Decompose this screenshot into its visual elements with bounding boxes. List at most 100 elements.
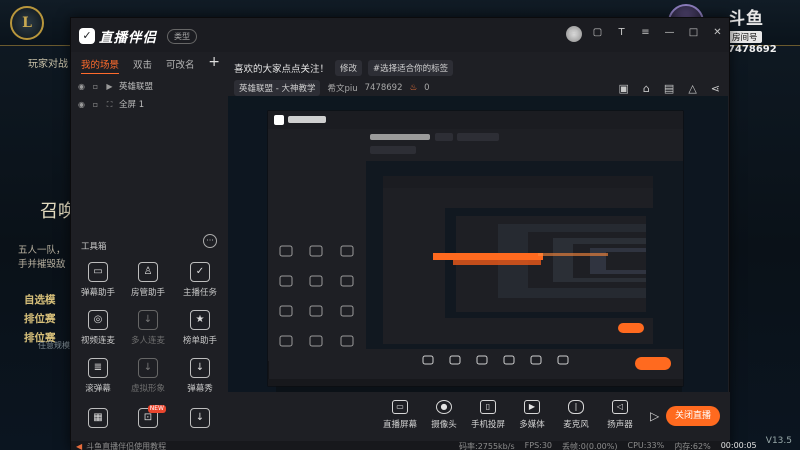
speaker-button[interactable]: ◁ 扬声器 <box>598 400 642 430</box>
minimize-icon[interactable]: — <box>664 27 675 38</box>
task-icon: ✓ <box>190 262 210 282</box>
scene-item[interactable]: ◉ ▫ ⛶ 全屏 1 <box>77 98 145 111</box>
streaming-app-window: ✓ 直播伴侣 类型 ▭ ▢ T ≡ — □ ✕ 我的场景 双击 可改名 + ◉ … <box>70 17 757 450</box>
add-scene-button[interactable]: + <box>208 54 220 70</box>
room-title-row: 喜欢的大家点点关注！ 修改 #选择适合你的标签 <box>234 60 454 76</box>
tool-scroll-danmaku[interactable]: ≣ 滚弹幕 <box>73 358 123 394</box>
mode-subtext: 任意规模 <box>38 341 70 350</box>
live-timer: 00:00:05 <box>720 441 757 450</box>
record-video-icon[interactable]: ▷ <box>650 409 659 423</box>
fullscreen-source-icon: ⛶ <box>106 99 113 109</box>
stream-controls: ▭ 直播屏幕 ● 摄像头 ▯ 手机投屏 ▶ 多媒体 | 麦克风 ◁ 扬声器 ▷ … <box>228 392 730 440</box>
tool-danmaku-assistant[interactable]: ▭ 弹幕助手 <box>73 262 123 298</box>
eye-icon[interactable]: ◉ <box>77 100 86 109</box>
tool-room-admin[interactable]: ♙ 房管助手 <box>123 262 173 298</box>
game-tab-pvp[interactable]: 玩家对战 <box>28 55 68 70</box>
tool-grid[interactable]: ▦ <box>73 408 123 432</box>
microphone-button[interactable]: | 麦克风 <box>554 400 598 430</box>
tutorial-link[interactable]: ◀ 斗鱼直播伴侣使用教程 <box>76 441 166 450</box>
room-title: 喜欢的大家点点关注！ <box>234 64 330 75</box>
lock-icon[interactable]: ▫ <box>91 82 100 91</box>
screen-icon: ▭ <box>392 400 408 414</box>
scene-tabs: 我的场景 双击 可改名 <box>81 57 195 74</box>
skin-icon[interactable]: ▢ <box>592 27 603 38</box>
share-icon[interactable]: ⋖ <box>711 82 720 95</box>
message-icon[interactable]: ▭ <box>568 27 579 38</box>
mode-description: 五人一队， 手并摧毁敌 <box>18 244 70 272</box>
menu-icon[interactable]: ≡ <box>640 27 651 38</box>
new-badge: NEW <box>147 405 166 413</box>
camera-icon: ● <box>436 400 452 414</box>
theme-icon[interactable]: T <box>616 27 627 38</box>
toolbox-more-button[interactable]: ··· <box>203 234 217 248</box>
stream-stats: 码率:2755kb/s FPS:30 丢帧:0(0.00%) CPU:33% 内… <box>459 441 757 450</box>
show-icon: ↓ <box>190 358 210 378</box>
tab-double-click[interactable]: 双击 <box>133 57 152 74</box>
tool-rank[interactable]: ★ 榜单助手 <box>175 310 225 346</box>
multi-link-icon: ↓ <box>138 310 158 330</box>
game-source-icon: ▶ <box>106 81 113 91</box>
lol-logo-icon[interactable]: L <box>10 6 44 40</box>
toolbox-title: 工具箱 <box>81 242 107 252</box>
mode-blind-pick[interactable]: 自选模 <box>24 292 70 307</box>
fire-icon: ♨ <box>409 83 418 93</box>
memory-usage: 内存:62% <box>674 442 711 450</box>
admin-icon: ♙ <box>138 262 158 282</box>
room-number-value: 7478692 <box>728 44 777 55</box>
scene-item[interactable]: ◉ ▫ ▶ 英雄联盟 <box>77 80 153 93</box>
tool-download[interactable]: ↓ <box>175 408 225 432</box>
tab-rename[interactable]: 可改名 <box>166 57 195 74</box>
lock-icon[interactable]: ▫ <box>91 100 100 109</box>
tool-danmaku-show[interactable]: ↓ 弹幕秀 <box>175 358 225 394</box>
mode-ranked-solo[interactable]: 排位赛 <box>24 311 70 326</box>
fps: FPS:30 <box>524 441 553 450</box>
category-button[interactable]: 英雄联盟 - 大神教学 <box>234 80 321 96</box>
tool-multi-link[interactable]: ↓ 多人连麦 <box>123 310 173 346</box>
douyu-logo: 斗鱼 <box>728 9 764 29</box>
speaker-alert-icon: ◀ <box>76 442 83 450</box>
phone-cast-button[interactable]: ▯ 手机投屏 <box>466 400 510 430</box>
maximize-icon[interactable]: □ <box>688 27 699 38</box>
close-icon[interactable]: ✕ <box>712 27 723 38</box>
hot-count: 0 <box>424 83 430 93</box>
tool-streamer-task[interactable]: ✓ 主播任务 <box>175 262 225 298</box>
app-brand: ✓ 直播伴侣 类型 <box>79 26 197 46</box>
bell-icon[interactable]: △ <box>688 82 696 95</box>
edit-title-button[interactable]: 修改 <box>335 60 363 76</box>
media-icon: ▶ <box>524 400 540 414</box>
tab-my-scenes[interactable]: 我的场景 <box>81 57 120 74</box>
brand-name: 直播伴侣 <box>99 30 157 46</box>
tool-gift[interactable]: ⊡ NEW <box>123 405 173 432</box>
stream-preview[interactable] <box>228 96 728 392</box>
desc-line: 手并摧毁敌 <box>18 259 66 270</box>
gift-settings-icon[interactable]: ▤ <box>664 82 674 95</box>
avatar-icon: ↓ <box>138 358 158 378</box>
room-number-label: 房间号 <box>728 31 762 43</box>
tool-virtual-avatar[interactable]: ↓ 虚拟形象 <box>123 358 173 394</box>
preview-recursive-capture <box>228 96 728 392</box>
scroll-icon: ≣ <box>88 358 108 378</box>
tool-video-link[interactable]: ◎ 视频连麦 <box>73 310 123 346</box>
bitrate: 码率:2755kb/s <box>459 442 515 450</box>
mode-badge[interactable]: 类型 <box>167 28 197 44</box>
unlock-icon[interactable]: ⌂ <box>643 82 650 95</box>
tutorial-text: 斗鱼直播伴侣使用教程 <box>86 442 167 450</box>
record-icon[interactable]: ▣ <box>619 82 629 95</box>
rank-icon: ★ <box>190 310 210 330</box>
toolbox-panel: 工具箱 ··· ▭ 弹幕助手 ♙ 房管助手 ✓ 主播任务 ◎ 视频连麦 ↓ 多人… <box>71 234 226 443</box>
multimedia-button[interactable]: ▶ 多媒体 <box>510 400 554 430</box>
room-meta-row: 英雄联盟 - 大神教学 希文piu 7478692 ♨ 0 <box>234 80 430 96</box>
scenes-panel: 我的场景 双击 可改名 + ◉ ▫ ▶ 英雄联盟 ◉ ▫ ⛶ 全屏 1 <box>71 52 226 242</box>
phone-cast-icon: ▯ <box>480 400 496 414</box>
status-bar: ◀ 斗鱼直播伴侣使用教程 码率:2755kb/s FPS:30 丢帧:0(0.0… <box>71 441 757 450</box>
eye-icon[interactable]: ◉ <box>77 82 86 91</box>
dropped-frames: 丢帧:0(0.00%) <box>562 442 618 450</box>
screen-capture-button[interactable]: ▭ 直播屏幕 <box>378 400 422 430</box>
camera-button[interactable]: ● 摄像头 <box>422 400 466 430</box>
game-version: V13.5 <box>765 436 792 446</box>
app-titlebar: ✓ 直播伴侣 类型 ▭ ▢ T ≡ — □ ✕ <box>71 18 729 52</box>
scene-item-label: 全屏 1 <box>119 100 145 110</box>
download-icon: ↓ <box>190 408 210 428</box>
stop-stream-button[interactable]: 关闭直播 <box>666 406 720 426</box>
tag-select-button[interactable]: #选择适合你的标签 <box>368 60 454 76</box>
